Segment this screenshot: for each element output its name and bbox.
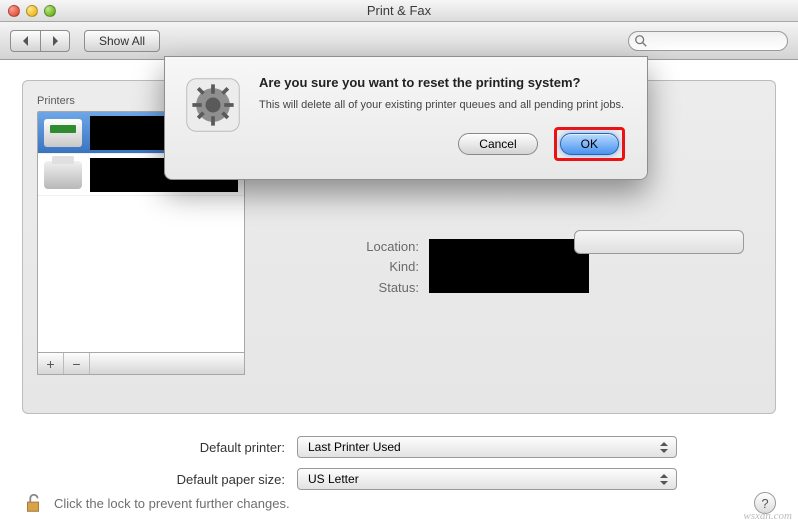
dialog-title: Are you sure you want to reset the print…	[259, 75, 625, 90]
printers-list-footer: + −	[37, 353, 245, 375]
detail-redacted	[429, 239, 589, 293]
lock-text: Click the lock to prevent further change…	[54, 496, 290, 511]
search-input[interactable]	[628, 31, 788, 51]
kind-label: Kind:	[269, 259, 419, 274]
default-printer-select[interactable]: Last Printer Used	[297, 436, 677, 458]
default-printer-value: Last Printer Used	[308, 440, 401, 454]
default-papersize-value: US Letter	[308, 472, 359, 486]
default-papersize-label: Default paper size:	[81, 472, 285, 487]
printer-inkjet-icon	[44, 119, 82, 147]
select-arrows-icon	[656, 471, 672, 487]
defaults-section: Default printer: Last Printer Used Defau…	[22, 436, 776, 490]
back-button[interactable]	[10, 30, 40, 52]
default-papersize-select[interactable]: US Letter	[297, 468, 677, 490]
ok-button[interactable]: OK	[560, 133, 619, 155]
remove-printer-button[interactable]: −	[64, 353, 90, 374]
prefs-toolbar: Show All	[0, 22, 798, 60]
watermark-text: wsxdn.com	[743, 510, 792, 522]
printer-laser-icon	[44, 161, 82, 189]
location-label: Location:	[269, 239, 419, 254]
window-titlebar: Print & Fax	[0, 0, 798, 22]
reset-confirm-dialog: Are you sure you want to reset the print…	[164, 56, 648, 180]
minimize-window-button[interactable]	[26, 5, 38, 17]
search-field-wrap	[628, 31, 788, 51]
dialog-message: This will delete all of your existing pr…	[259, 98, 625, 113]
select-arrows-icon	[656, 439, 672, 455]
window-traffic-lights	[8, 5, 56, 17]
cancel-button[interactable]: Cancel	[458, 133, 537, 155]
show-all-button[interactable]: Show All	[84, 30, 160, 52]
window-title: Print & Fax	[0, 3, 798, 18]
lock-footer[interactable]: Click the lock to prevent further change…	[22, 492, 290, 514]
system-prefs-icon	[183, 75, 243, 135]
nav-segment	[10, 30, 70, 52]
unlocked-padlock-icon	[22, 492, 44, 514]
add-printer-button[interactable]: +	[38, 353, 64, 374]
close-window-button[interactable]	[8, 5, 20, 17]
forward-button[interactable]	[40, 30, 70, 52]
options-button-obscured[interactable]	[574, 230, 744, 254]
zoom-window-button[interactable]	[44, 5, 56, 17]
default-printer-label: Default printer:	[81, 440, 285, 455]
status-label: Status:	[269, 280, 419, 295]
ok-button-highlight: OK	[554, 127, 625, 161]
